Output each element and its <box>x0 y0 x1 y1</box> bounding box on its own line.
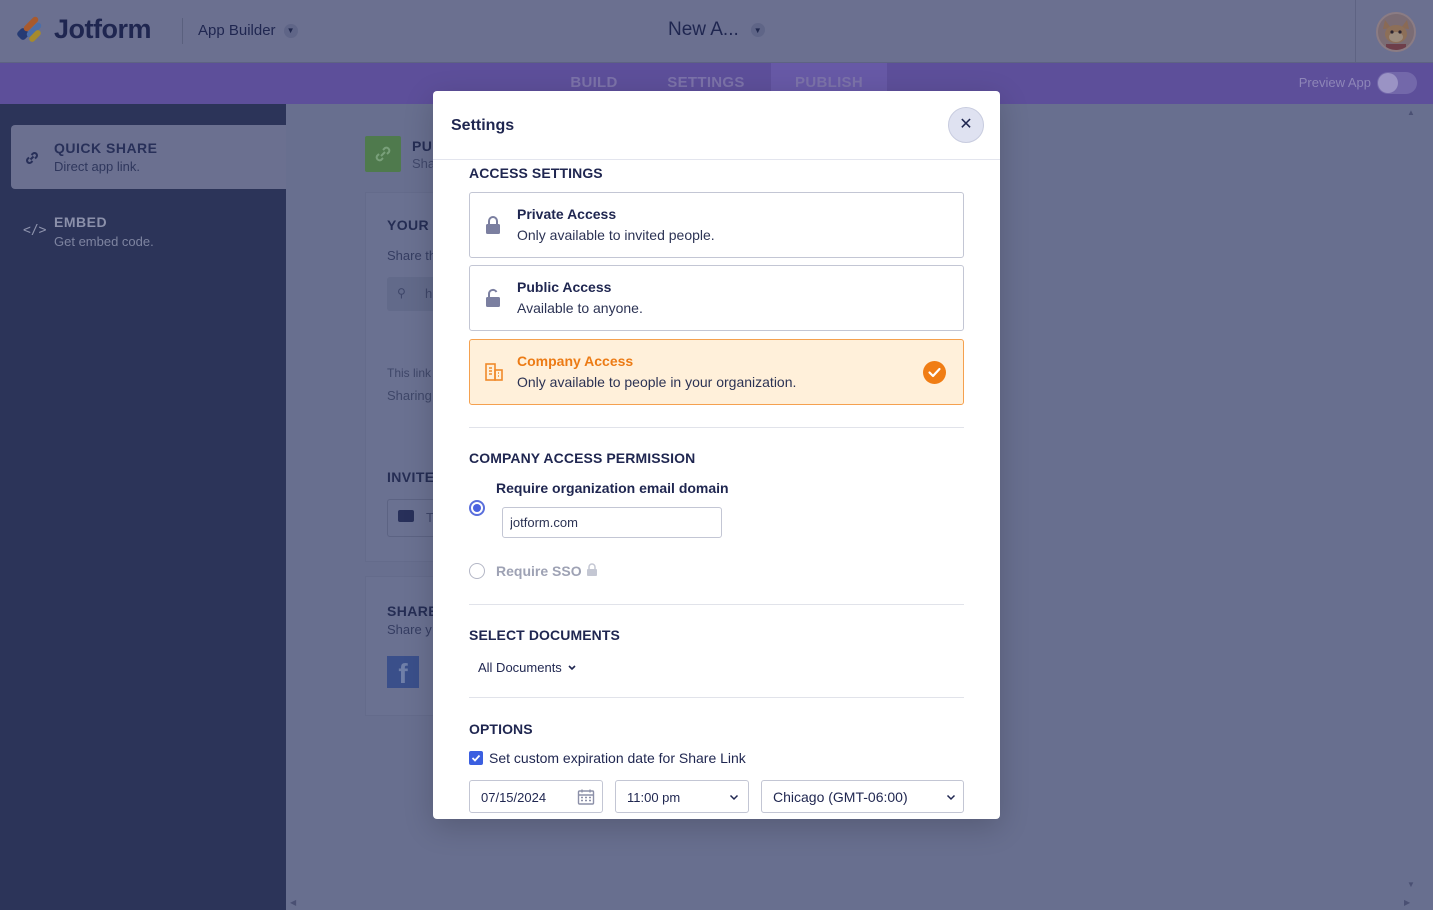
lock-icon <box>586 563 598 582</box>
link-icon: ⚲ <box>397 286 406 300</box>
scroll-up-arrow[interactable]: ▲ <box>1407 108 1415 117</box>
sidebar-item-embed[interactable]: </> EMBED Get embed code. <box>11 201 286 265</box>
option-title: Private Access <box>517 206 617 222</box>
sidebar-item-subtitle: Direct app link. <box>54 159 140 174</box>
building-icon <box>484 362 504 384</box>
scroll-right-arrow[interactable]: ▶ <box>1404 898 1410 907</box>
lock-icon <box>484 215 504 237</box>
chevron-down-icon: ▼ <box>750 23 765 37</box>
app-link-value: h <box>425 286 433 301</box>
public-access-option[interactable]: Public Access Available to anyone. <box>469 265 964 331</box>
invite-heading: INVITE <box>387 469 435 485</box>
sso-label: Require SSO <box>496 563 582 579</box>
sidebar-item-quick-share[interactable]: QUICK SHARE Direct app link. <box>11 125 286 189</box>
product-switcher[interactable]: App Builder ▼ <box>198 22 298 39</box>
scroll-left-arrow[interactable]: ◀ <box>290 898 296 907</box>
expiration-date-field[interactable]: 07/15/2024 <box>469 780 603 813</box>
option-title: Company Access <box>517 353 634 369</box>
option-title: Public Access <box>517 279 612 295</box>
options-heading: OPTIONS <box>469 721 533 737</box>
share-text: Share th <box>387 248 437 263</box>
chevron-down-icon <box>728 790 740 802</box>
publish-subtitle: Sha <box>412 156 436 171</box>
private-access-option[interactable]: Private Access Only available to invited… <box>469 192 964 258</box>
expiration-checkbox[interactable] <box>469 751 483 765</box>
mail-icon <box>398 510 414 522</box>
top-bar: Jotform App Builder ▼ New A... ▼ <box>0 0 1433 63</box>
settings-modal: Settings ✕ ACCESS SETTINGS Private Acces… <box>433 91 1000 819</box>
timezone-value: Chicago (GMT-06:00) <box>773 789 908 805</box>
section-divider <box>469 604 964 605</box>
option-subtitle: Only available to invited people. <box>517 227 715 243</box>
header-divider <box>182 18 183 44</box>
calendar-icon[interactable] <box>577 788 595 811</box>
sso-radio[interactable] <box>469 563 485 579</box>
close-icon: ✕ <box>959 116 973 133</box>
unlock-icon <box>484 288 504 310</box>
link-note: This link <box>387 366 432 380</box>
preview-app-label: Preview App <box>1298 75 1371 90</box>
section-divider <box>469 697 964 698</box>
scroll-down-arrow[interactable]: ▼ <box>1407 880 1415 889</box>
share-heading: SHARE <box>387 603 439 619</box>
documents-dropdown[interactable]: All Documents <box>478 660 577 675</box>
product-label: App Builder <box>198 22 276 39</box>
email-domain-input[interactable] <box>502 507 722 538</box>
timezone-select[interactable]: Chicago (GMT-06:00) <box>761 780 964 813</box>
close-button[interactable]: ✕ <box>948 107 984 143</box>
documents-selected-value: All Documents <box>478 660 562 675</box>
access-settings-heading: ACCESS SETTINGS <box>469 165 603 181</box>
account-area <box>1355 0 1433 63</box>
modal-title: Settings <box>451 117 515 134</box>
app-name-dropdown[interactable]: New A... ▼ <box>668 19 765 41</box>
date-value: 07/15/2024 <box>481 790 547 805</box>
checkmark-icon <box>471 754 481 762</box>
sidebar-item-title: QUICK SHARE <box>54 140 158 156</box>
jotform-logo-icon <box>15 15 44 45</box>
section-divider <box>469 427 964 428</box>
facebook-icon[interactable]: f <box>387 656 419 689</box>
code-icon: </> <box>23 223 47 238</box>
app-name: New A... <box>668 19 739 40</box>
expiration-label: Set custom expiration date for Share Lin… <box>489 750 746 766</box>
preview-app-toggle[interactable] <box>1377 72 1417 94</box>
sidebar-item-title: EMBED <box>54 214 108 230</box>
time-value: 11:00 pm <box>627 790 681 805</box>
avatar[interactable] <box>1376 12 1416 52</box>
modal-header: Settings ✕ <box>433 91 1000 160</box>
selected-check-icon <box>923 361 946 384</box>
email-domain-label: Require organization email domain <box>496 480 729 496</box>
link-icon <box>23 149 43 167</box>
chevron-down-icon <box>567 660 577 675</box>
publish-sidebar: QUICK SHARE Direct app link. </> EMBED G… <box>0 104 286 910</box>
chevron-down-icon: ▼ <box>283 23 298 38</box>
option-subtitle: Only available to people in your organiz… <box>517 374 797 390</box>
sharing-note: Sharing <box>387 388 432 403</box>
company-permission-heading: COMPANY ACCESS PERMISSION <box>469 450 696 466</box>
company-access-option[interactable]: Company Access Only available to people … <box>469 339 964 405</box>
link-icon <box>365 136 401 172</box>
sidebar-item-subtitle: Get embed code. <box>54 234 154 249</box>
brand-name: Jotform <box>54 14 152 44</box>
email-domain-radio[interactable] <box>469 500 485 516</box>
chevron-down-icon <box>945 790 957 802</box>
expiration-time-select[interactable]: 11:00 pm <box>615 780 749 813</box>
share-subtitle: Share y <box>387 622 432 637</box>
jotform-logo[interactable]: Jotform <box>15 14 152 45</box>
option-subtitle: Available to anyone. <box>517 300 643 316</box>
select-documents-heading: SELECT DOCUMENTS <box>469 627 620 643</box>
